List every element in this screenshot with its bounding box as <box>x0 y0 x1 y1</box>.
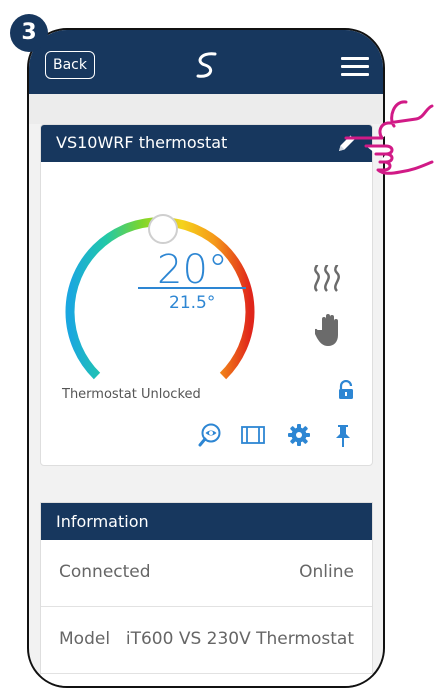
step-number-badge: 3 <box>10 14 48 52</box>
info-row-connected: Connected Online <box>41 540 372 607</box>
settings-gear-icon[interactable] <box>286 422 312 448</box>
manual-mode-hand-icon[interactable] <box>315 313 343 347</box>
device-title: VS10WRF thermostat <box>56 133 228 152</box>
hamburger-menu-icon[interactable] <box>341 57 369 76</box>
information-card: Information Connected Online Model iT600… <box>40 502 373 686</box>
dial-handle[interactable] <box>148 214 178 244</box>
unlocked-padlock-icon[interactable] <box>337 380 355 400</box>
thermostat-card: VS10WRF thermostat 20° 21.5° Thermostat … <box>40 124 373 466</box>
heating-waves-icon <box>313 264 340 292</box>
pointing-hand-icon <box>344 100 434 175</box>
current-temperature: 21.5° <box>169 293 216 313</box>
window-icon[interactable] <box>240 422 266 448</box>
information-header: Information <box>41 503 372 540</box>
visibility-eye-icon[interactable] <box>197 422 223 448</box>
phone-frame: Back VS10WRF thermostat 20° 21.5° Thermo… <box>27 28 385 688</box>
dial-divider <box>138 287 246 289</box>
info-label: Model <box>59 629 111 649</box>
info-value: iT600 VS 230V Thermostat <box>125 629 354 649</box>
lock-status-text: Thermostat Unlocked <box>62 387 201 402</box>
info-value: Online <box>299 562 354 582</box>
back-button[interactable]: Back <box>45 51 95 79</box>
thermostat-card-header: VS10WRF thermostat <box>41 125 372 162</box>
information-title: Information <box>56 512 149 531</box>
content-top-spacer <box>29 94 383 124</box>
app-top-bar: Back <box>29 30 383 94</box>
info-row-model: Model iT600 VS 230V Thermostat <box>41 607 372 674</box>
pin-icon[interactable] <box>330 422 356 448</box>
salus-logo-icon <box>196 52 217 78</box>
info-label: Connected <box>59 562 151 582</box>
